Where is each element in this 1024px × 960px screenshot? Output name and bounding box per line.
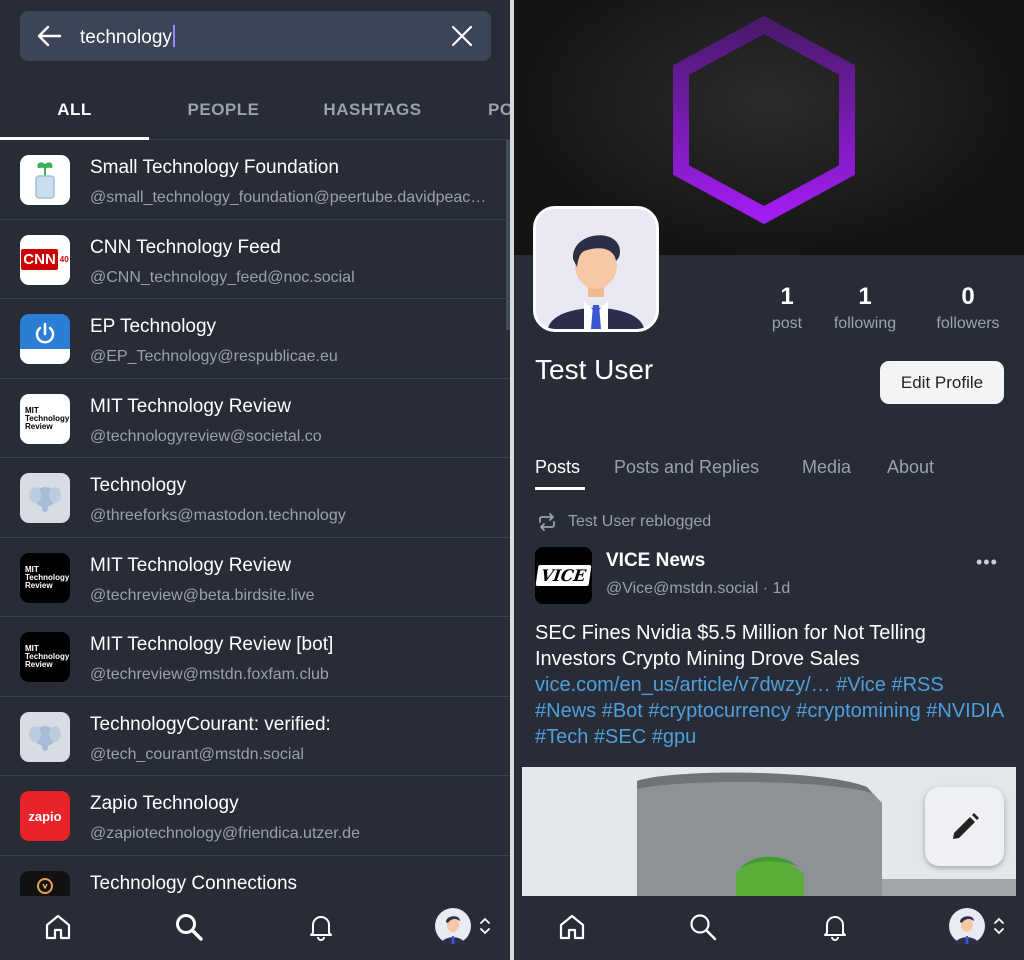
account-handle: @techreview@beta.birdsite.live	[90, 586, 315, 604]
list-item[interactable]: CNN 40 CNN Technology Feed @CNN_technolo…	[0, 220, 510, 299]
stat-label: post	[771, 315, 803, 332]
search-tabs: ALL PEOPLE HASHTAGS PO	[0, 80, 510, 140]
list-item[interactable]: zapio Zapio Technology @zapiotechnology@…	[0, 776, 510, 856]
list-item[interactable]: Technology Connections	[0, 856, 510, 896]
search-bar[interactable]: technology	[20, 11, 491, 61]
tab-posts-and-replies[interactable]: Posts and Replies	[614, 457, 759, 478]
bottom-nav	[0, 896, 510, 960]
account-handle: @small_technology_foundation@peertube.da…	[90, 189, 492, 206]
account-handle: @tech_courant@mstdn.social	[90, 745, 304, 763]
post-body-text: SEC Fines Nvidia $5.5 Million for Not Te…	[535, 622, 926, 670]
stat-followers[interactable]: 0 followers	[924, 283, 1012, 333]
account-handle: @CNN_technology_feed@noc.social	[90, 268, 355, 286]
cnn-logo: CNN 40	[20, 234, 70, 285]
account-handle: @zapiotechnology@friendica.utzer.de	[90, 825, 360, 842]
home-icon[interactable]	[557, 912, 587, 942]
clear-icon[interactable]	[451, 25, 473, 47]
text-cursor	[172, 25, 175, 47]
post-link[interactable]: vice.com/en_us/article/v7dwzy/…	[535, 674, 831, 696]
zapio-logo: zapio	[20, 791, 70, 841]
account-name: EP Technology	[90, 316, 217, 337]
account-name: Technology	[90, 475, 187, 496]
account-name: CNN Technology Feed	[90, 236, 281, 258]
stat-posts[interactable]: 1 post	[762, 283, 812, 333]
tab-all[interactable]: ALL	[0, 100, 149, 120]
list-item[interactable]: MIT Technology Review MIT Technology Rev…	[0, 538, 510, 617]
account-name: MIT Technology Review	[90, 554, 292, 576]
back-arrow-icon[interactable]	[36, 24, 62, 48]
avatar[interactable]	[435, 908, 471, 944]
post-author-name[interactable]: VICE News	[606, 550, 705, 572]
account-name: MIT Technology Review	[90, 395, 292, 417]
account-name: Technology Connections	[90, 872, 298, 894]
mastodon-elephant-icon	[20, 711, 70, 762]
notifications-bell-icon[interactable]	[306, 912, 336, 942]
profile-display-name: Test User	[535, 354, 654, 385]
post-author-avatar[interactable]: VICE	[535, 547, 592, 604]
profile-screen: 1 post 1 following 0 followers Test User…	[514, 0, 1024, 960]
mastodon-elephant-icon	[20, 473, 70, 523]
stat-number: 1	[858, 283, 872, 310]
account-name: TechnologyCourant: verified:	[90, 713, 331, 735]
list-item[interactable]: TechnologyCourant: verified: @tech_coura…	[0, 697, 510, 776]
compose-button[interactable]	[925, 787, 1004, 866]
search-input[interactable]: technology	[80, 25, 175, 49]
list-item[interactable]: Small Technology Foundation @small_techn…	[0, 140, 510, 220]
avatar[interactable]	[949, 908, 985, 944]
list-item[interactable]: MIT Technology Review MIT Technology Rev…	[0, 617, 510, 697]
account-handle: @technologyreview@societal.co	[90, 427, 322, 445]
reblog-indicator: Test User reblogged	[536, 513, 711, 531]
tab-about[interactable]: About	[887, 457, 934, 478]
home-icon[interactable]	[43, 912, 73, 942]
list-item[interactable]: EP Technology @EP_Technology@respublicae…	[0, 299, 510, 379]
power-logo	[20, 314, 70, 364]
search-results-list[interactable]: Small Technology Foundation @small_techn…	[0, 140, 510, 896]
stat-label: followers	[936, 315, 1000, 332]
lightbulb-logo	[20, 870, 70, 896]
search-icon[interactable]	[688, 912, 718, 942]
list-item[interactable]: Technology @threeforks@mastodon.technolo…	[0, 458, 510, 538]
stat-number: 1	[780, 283, 794, 310]
profile-avatar[interactable]	[533, 206, 659, 332]
tab-media[interactable]: Media	[802, 457, 851, 478]
vice-logo: VICE	[535, 565, 592, 586]
tab-posts[interactable]: PO	[488, 100, 510, 120]
reblog-icon	[539, 513, 555, 531]
account-switcher-chevron-icon[interactable]	[478, 916, 492, 936]
account-handle: @EP_Technology@respublicae.eu	[90, 348, 338, 365]
stat-following[interactable]: 1 following	[825, 283, 905, 333]
account-name: MIT Technology Review [bot]	[90, 634, 334, 655]
mit-tr-logo-dark: MIT Technology Review	[20, 552, 70, 603]
search-icon[interactable]	[174, 912, 204, 942]
bottom-nav	[514, 896, 1024, 960]
post-author-handle: @Vice@mstdn.social · 1d	[606, 580, 791, 597]
search-screen: technology ALL PEOPLE HASHTAGS PO Small …	[0, 0, 510, 960]
plant-jar-icon	[20, 155, 70, 205]
active-tab-indicator	[535, 487, 585, 490]
more-options-icon[interactable]: •••	[976, 552, 998, 573]
tab-hashtags[interactable]: HASHTAGS	[298, 100, 447, 120]
mit-tr-logo: MIT Technology Review	[20, 393, 70, 444]
account-handle: @techreview@mstdn.foxfam.club	[90, 666, 329, 683]
mit-tr-logo-dark: MIT Technology Review	[20, 632, 70, 682]
stat-number: 0	[961, 283, 975, 310]
edit-profile-button[interactable]: Edit Profile	[880, 361, 1004, 404]
stat-label: following	[833, 315, 897, 332]
account-handle: @threeforks@mastodon.technology	[90, 507, 346, 524]
tab-posts[interactable]: Posts	[535, 457, 580, 478]
pencil-icon	[952, 812, 979, 839]
list-item[interactable]: MIT Technology Review MIT Technology Rev…	[0, 379, 510, 458]
account-name: Small Technology Foundation	[90, 157, 339, 178]
post-content: SEC Fines Nvidia $5.5 Million for Not Te…	[535, 620, 1005, 750]
tab-people[interactable]: PEOPLE	[149, 100, 298, 120]
account-switcher-chevron-icon[interactable]	[992, 916, 1006, 936]
reblog-text: Test User reblogged	[568, 513, 712, 530]
account-name: Zapio Technology	[90, 793, 239, 814]
notifications-bell-icon[interactable]	[820, 912, 850, 942]
